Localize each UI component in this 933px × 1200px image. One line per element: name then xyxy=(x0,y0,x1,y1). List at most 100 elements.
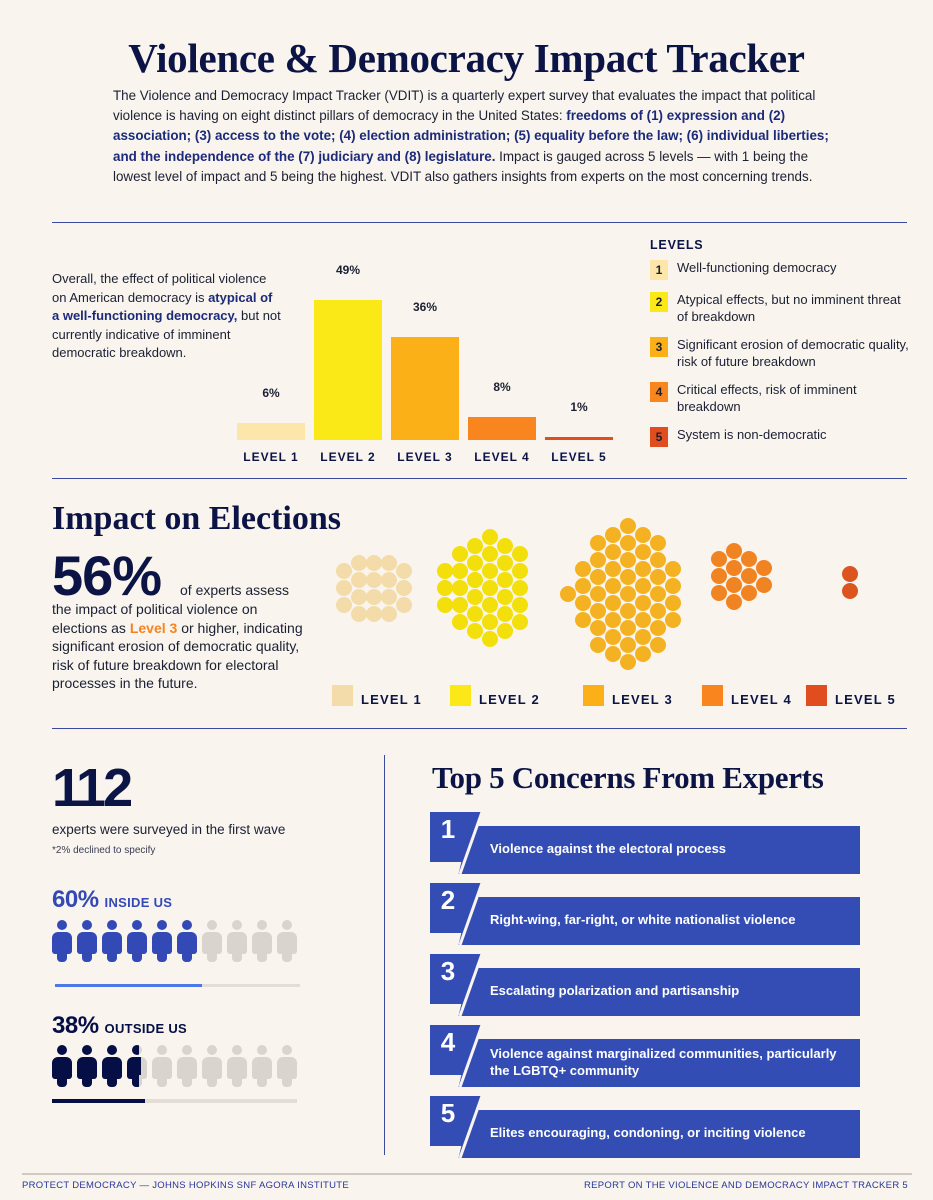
concern-text: Elites encouraging, condoning, or inciti… xyxy=(490,1125,806,1140)
level-description: Significant erosion of democratic qualit… xyxy=(677,337,909,369)
concern-item-4: 4 Violence against marginalized communit… xyxy=(430,1025,862,1087)
person-icon xyxy=(227,920,247,962)
legend-swatch xyxy=(450,685,471,706)
footer-right-page: REPORT ON THE VIOLENCE AND DEMOCRACY IMP… xyxy=(583,1180,908,1191)
inside-us-progress-track xyxy=(55,984,300,987)
dot-level-3 xyxy=(574,577,591,594)
bar-level-2 xyxy=(314,300,382,440)
dot-level-4 xyxy=(725,576,742,593)
dot-level-2 xyxy=(436,563,453,579)
dot-level-1 xyxy=(381,605,397,622)
dot-level-2 xyxy=(496,537,513,554)
person-icon xyxy=(77,920,97,962)
dot-level-2 xyxy=(496,622,513,639)
level-description: Well-functioning democracy xyxy=(677,260,837,275)
dot-level-3 xyxy=(619,518,636,534)
dot-level-4 xyxy=(740,551,757,567)
dot-level-2 xyxy=(466,537,483,554)
dot-level-3 xyxy=(634,577,651,594)
concerns-title: Top 5 Concerns From Experts xyxy=(432,760,824,795)
level-description: Atypical effects, but no imminent threat… xyxy=(677,292,901,324)
outside-us-progress-track xyxy=(52,1099,297,1103)
dot-level-3 xyxy=(589,637,606,653)
dot-level-3 xyxy=(619,620,636,636)
outside-us-percent: 38% xyxy=(52,1012,99,1039)
elections-stat-caption: of experts assess xyxy=(180,582,289,598)
dot-level-3 xyxy=(649,586,666,602)
legend-label: LEVEL 2 xyxy=(479,692,540,707)
dot-level-3 xyxy=(649,637,666,653)
dot-level-3 xyxy=(664,594,681,611)
level-description: Critical effects, risk of imminent break… xyxy=(677,382,857,414)
inside-us-stat: 60% INSIDE US xyxy=(52,886,172,914)
elections-legend-item: LEVEL 5 xyxy=(806,684,896,707)
divider-top xyxy=(52,222,907,223)
dot-level-4 xyxy=(710,551,727,567)
dot-level-4 xyxy=(755,559,772,576)
dot-level-5 xyxy=(842,582,858,599)
dot-level-2 xyxy=(466,571,483,588)
bar-level-4 xyxy=(468,417,536,440)
dot-level-3 xyxy=(634,611,651,628)
inside-us-label: INSIDE US xyxy=(104,895,173,910)
dot-level-2 xyxy=(496,605,513,622)
dot-level-2 xyxy=(496,554,513,571)
level-legend-item: 4 Critical effects, risk of imminent brea… xyxy=(650,382,910,415)
legend-label: LEVEL 3 xyxy=(612,692,673,707)
person-icon xyxy=(52,1045,72,1087)
dot-level-2 xyxy=(481,546,498,562)
footer-divider xyxy=(22,1173,912,1175)
elections-legend-item: LEVEL 2 xyxy=(450,684,540,707)
level-legend-item: 1 Well-functioning democracy xyxy=(650,260,910,280)
dot-level-4 xyxy=(725,593,742,610)
concern-item-2: 2 Right-wing, far-right, or white nation… xyxy=(430,883,862,945)
concern-rank: 4 xyxy=(440,1027,456,1057)
dot-level-2 xyxy=(466,588,483,605)
dot-level-2 xyxy=(481,614,498,630)
dot-level-1 xyxy=(351,554,367,571)
person-icon xyxy=(177,920,197,962)
dot-level-1 xyxy=(336,597,352,613)
dot-level-3 xyxy=(604,577,621,594)
level-legend-item: 2 Atypical effects, but no imminent threa… xyxy=(650,292,910,325)
level-legend-item: 3 Significant erosion of democratic quali… xyxy=(650,337,910,370)
dot-level-3 xyxy=(604,543,621,560)
dot-level-2 xyxy=(451,597,468,613)
levels-list: 1 Well-functioning democracy 2 Atypical eff… xyxy=(650,260,910,447)
experts-surveyed-caption: experts were surveyed in the first wave xyxy=(52,822,286,837)
dot-level-1 xyxy=(351,571,367,588)
bar-value-label: 6% xyxy=(262,385,280,400)
dot-level-2 xyxy=(466,605,483,622)
concern-item-3: 3 Escalating polarization and partisansh… xyxy=(430,954,862,1016)
dot-level-1 xyxy=(381,571,397,588)
person-icon xyxy=(277,920,297,962)
dot-level-3 xyxy=(574,611,591,628)
bar-category-label: LEVEL 3 xyxy=(397,450,453,464)
concern-text: Escalating polarization and partisanship xyxy=(490,983,740,998)
level-swatch: 5 xyxy=(650,427,668,447)
dot-level-2 xyxy=(436,580,453,596)
person-icon xyxy=(127,920,147,962)
dot-level-3 xyxy=(604,611,621,628)
bar-level-1 xyxy=(237,422,305,440)
dot-level-3 xyxy=(664,560,681,577)
elections-level-highlight: Level 3 xyxy=(129,619,178,636)
concern-rank: 5 xyxy=(440,1098,456,1128)
bar-category-label: LEVEL 1 xyxy=(243,450,299,464)
dot-level-3 xyxy=(619,603,636,619)
bar-value-label: 8% xyxy=(493,380,511,395)
person-icon xyxy=(52,920,72,962)
concern-text: Violence against the electoral process xyxy=(490,841,727,856)
person-icon xyxy=(177,1045,197,1087)
dot-level-1 xyxy=(336,580,352,596)
dot-level-4 xyxy=(740,568,757,584)
dot-level-3 xyxy=(589,535,606,551)
level-swatch: 4 xyxy=(650,382,668,402)
dot-level-3 xyxy=(589,620,606,636)
dot-level-3 xyxy=(574,560,591,577)
bar-level-5 xyxy=(545,437,613,440)
dot-level-2 xyxy=(436,597,453,613)
bar-value-label: 49% xyxy=(335,263,361,277)
dot-level-4 xyxy=(710,568,727,584)
dot-level-3 xyxy=(634,628,651,645)
